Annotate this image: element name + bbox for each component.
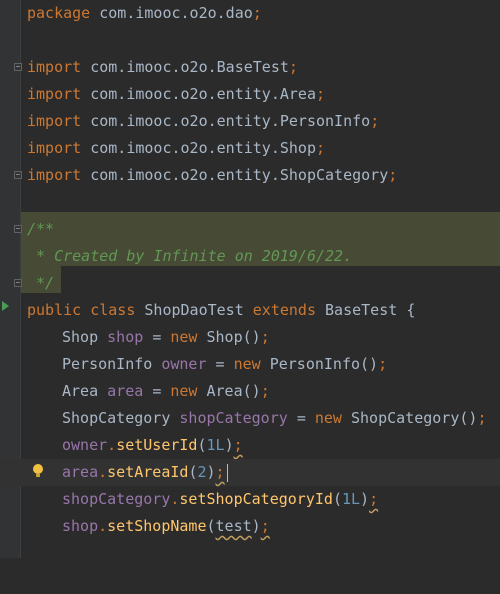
code-line-call-current: area.setAreaId(2); (0, 459, 500, 486)
package-keyword: package (27, 4, 91, 22)
text-caret (226, 463, 228, 482)
code-line-doc-body: * Created by Infinite on 2019/6/22. (0, 243, 500, 270)
code-line-import: import com.imooc.o2o.entity.Shop; (27, 139, 326, 157)
doc-comment-body: * Created by Infinite on 2019/6/22. (27, 247, 353, 265)
code-line-class-decl: public class ShopDaoTest extends BaseTes… (27, 301, 416, 319)
import-name: com.imooc.o2o.entity.PersonInfo (90, 112, 371, 130)
code-line-call: shopCategory.setShopCategoryId(1L); (62, 490, 379, 508)
doc-comment-close: */ (27, 274, 55, 292)
code-line-doc-open: /** (0, 216, 500, 243)
import-name: com.imooc.o2o.entity.ShopCategory (90, 166, 389, 184)
code-line-package: package com.imooc.o2o.dao; (27, 4, 262, 22)
import-name: com.imooc.o2o.BaseTest (90, 58, 289, 76)
code-line-import: import com.imooc.o2o.entity.ShopCategory… (27, 166, 398, 184)
base-class-name: BaseTest (325, 301, 398, 319)
code-line-field: PersonInfo owner = new PersonInfo(); (62, 355, 388, 373)
code-line-field: Shop shop = new Shop(); (62, 328, 270, 346)
code-line-import: import com.imooc.o2o.entity.Area; (27, 85, 326, 103)
code-editor[interactable]: package com.imooc.o2o.dao; import com.im… (0, 0, 500, 558)
class-name: ShopDaoTest (144, 301, 244, 319)
code-line-call: owner.setUserId(1L); (62, 436, 243, 454)
code-line-import: import com.imooc.o2o.BaseTest; (27, 58, 298, 76)
import-name: com.imooc.o2o.entity.Shop (90, 139, 316, 157)
package-name: com.imooc.o2o.dao (99, 4, 253, 22)
code-line-call: shop.setShopName(test); (62, 517, 270, 535)
code-line-import: import com.imooc.o2o.entity.PersonInfo; (27, 112, 380, 130)
doc-comment-open: /** (27, 220, 55, 238)
code-line-field: ShopCategory shopCategory = new ShopCate… (62, 409, 487, 427)
code-line-doc-close: */ (0, 270, 500, 297)
code-line-field: Area area = new Area(); (62, 382, 270, 400)
import-name: com.imooc.o2o.entity.Area (90, 85, 316, 103)
